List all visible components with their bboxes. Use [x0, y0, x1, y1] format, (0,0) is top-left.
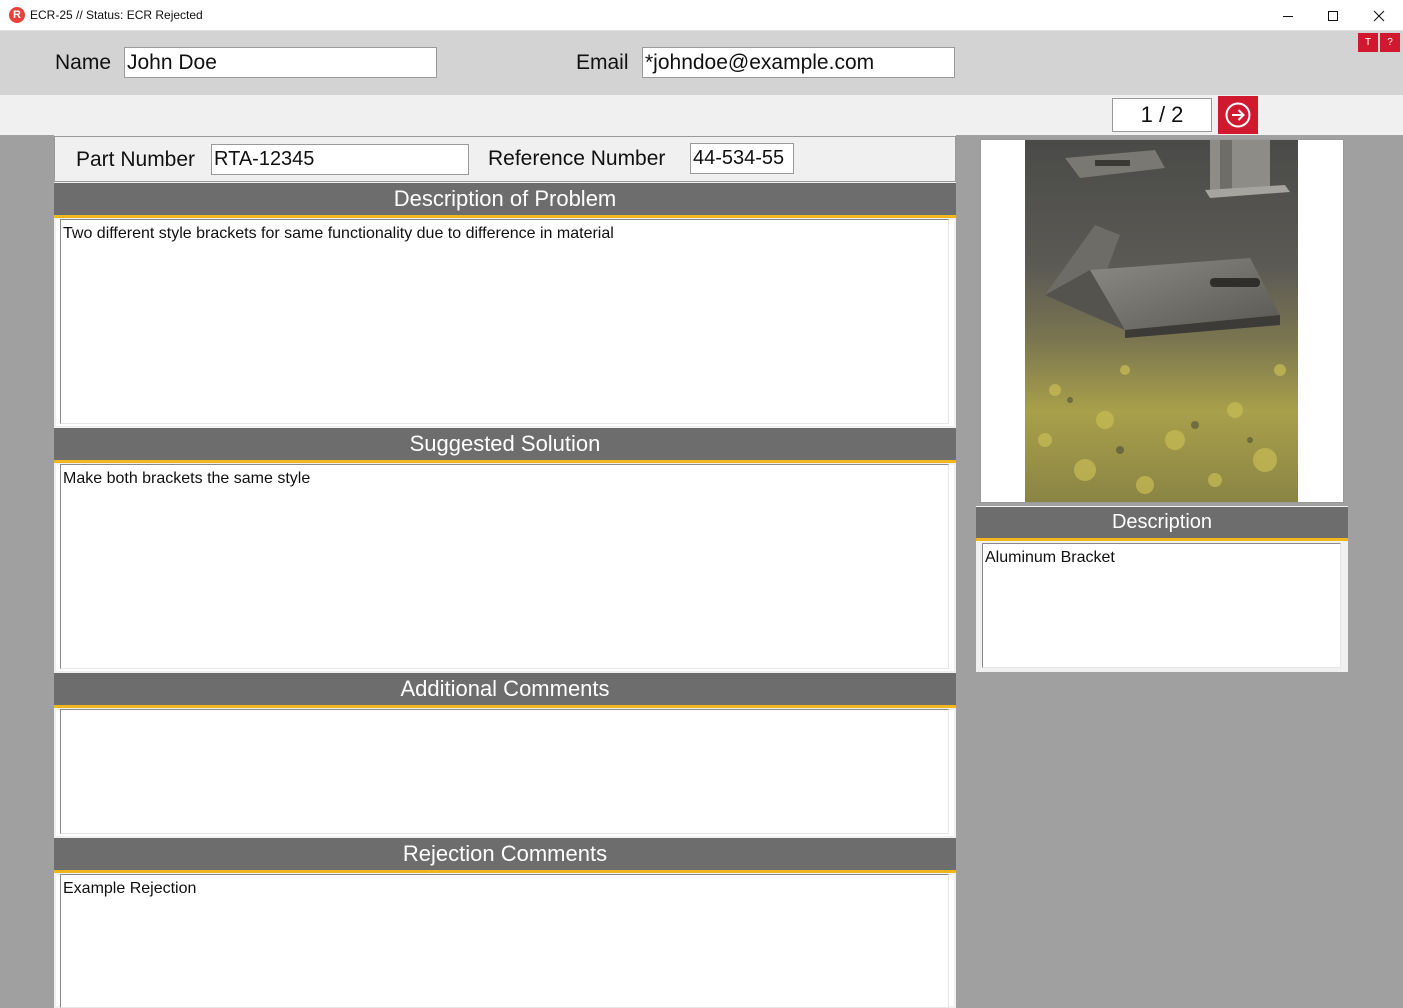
next-page-button[interactable] — [1218, 96, 1258, 134]
template-button[interactable]: T — [1358, 33, 1378, 52]
description-of-problem-textarea[interactable]: Two different style brackets for same fu… — [60, 219, 949, 424]
suggested-solution-header: Suggested Solution — [54, 428, 956, 463]
additional-comments-textarea[interactable] — [60, 709, 949, 834]
maximize-icon — [1328, 10, 1338, 21]
title-bar — [0, 0, 1403, 31]
maximize-button[interactable] — [1310, 0, 1356, 31]
part-number-field[interactable]: RTA-12345 — [211, 144, 469, 175]
attachment-description-header: Description — [976, 507, 1348, 541]
page-indicator: 1 / 2 — [1112, 98, 1212, 132]
close-icon — [1373, 10, 1385, 21]
arrow-right-circle-icon — [1225, 102, 1251, 128]
rejection-comments-header: Rejection Comments — [54, 838, 956, 873]
suggested-solution-textarea[interactable]: Make both brackets the same style — [60, 464, 949, 669]
description-of-problem-header: Description of Problem — [54, 183, 956, 218]
close-button[interactable] — [1356, 0, 1402, 31]
bracket-photo-image — [1025, 140, 1298, 502]
help-button[interactable]: ? — [1380, 33, 1400, 52]
email-label: Email — [576, 51, 629, 74]
part-number-label: Part Number — [76, 148, 196, 171]
reference-number-field[interactable]: 44-534-55 — [690, 143, 794, 174]
email-field[interactable]: *johndoe@example.com — [642, 47, 955, 78]
name-label: Name — [55, 51, 112, 74]
attachment-photo[interactable] — [1025, 140, 1298, 502]
additional-comments-header: Additional Comments — [54, 673, 956, 708]
rejection-comments-textarea[interactable]: Example Rejection — [60, 874, 949, 1008]
reference-number-label: Reference Number — [488, 147, 666, 170]
window-title: ECR-25 // Status: ECR Rejected — [30, 8, 203, 22]
attachment-description-textarea[interactable]: Aluminum Bracket — [982, 543, 1341, 668]
name-field[interactable]: John Doe — [124, 47, 437, 78]
app-logo-icon: R — [9, 7, 25, 23]
minimize-icon — [1283, 15, 1293, 17]
minimize-button[interactable] — [1265, 0, 1311, 31]
